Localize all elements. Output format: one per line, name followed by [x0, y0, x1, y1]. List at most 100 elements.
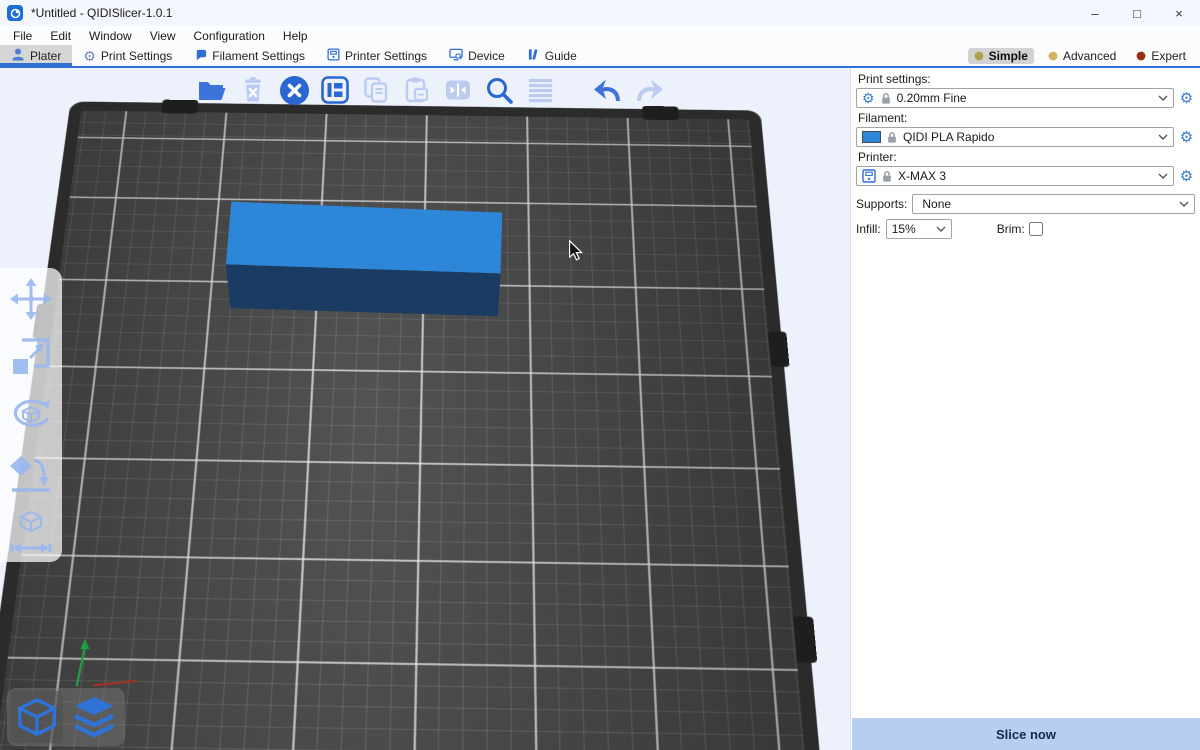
settings-sidebar: Print settings: ⚙ 0.20mm Fine ⚙ Filament… — [850, 68, 1200, 750]
delete-all-button[interactable] — [278, 74, 310, 106]
3d-editor-view-button[interactable] — [10, 691, 63, 743]
rotate-icon — [8, 392, 54, 438]
mode-advanced[interactable]: Advanced — [1042, 48, 1122, 64]
window-title: *Untitled - QIDISlicer-1.0.1 — [31, 6, 172, 20]
delete-button[interactable] — [237, 74, 269, 106]
open-button[interactable] — [196, 74, 228, 106]
tab-guide[interactable]: Guide — [516, 45, 588, 66]
rotate-tool[interactable] — [6, 390, 56, 440]
slice-now-button[interactable]: Slice now — [852, 718, 1200, 750]
search-button[interactable] — [483, 74, 515, 106]
title-bar: *Untitled - QIDISlicer-1.0.1 – □ × — [0, 0, 1200, 26]
minimize-button[interactable]: – — [1074, 0, 1116, 26]
gear-icon: ⚙ — [862, 91, 875, 105]
printer-gear-button[interactable]: ⚙ — [1178, 168, 1195, 185]
app-icon — [7, 5, 23, 21]
preview-view-button[interactable] — [67, 691, 120, 743]
tabbar-accent-line — [0, 66, 1200, 68]
printer-combo[interactable]: X-MAX 3 — [856, 166, 1174, 186]
filament-gear-button[interactable]: ⚙ — [1178, 129, 1195, 146]
print-settings-gear-icon: ⚙ — [83, 49, 96, 63]
device-icon — [449, 48, 463, 64]
simple-mode-dot — [974, 51, 984, 61]
build-plate[interactable] — [0, 101, 850, 750]
tab-device[interactable]: Device — [438, 45, 516, 66]
supports-label: Supports: — [856, 197, 907, 211]
model-box-top-face — [226, 202, 502, 274]
top-toolbar — [196, 70, 665, 110]
mode-switcher: Simple Advanced Expert — [968, 45, 1200, 66]
copy-icon — [361, 75, 391, 105]
scale-tool[interactable] — [6, 332, 56, 382]
filament-label: Filament: — [858, 111, 1195, 125]
undo-button[interactable] — [592, 74, 624, 106]
model-box-front-face — [226, 264, 501, 316]
search-icon — [484, 75, 515, 106]
tab-bar: Plater ⚙ Print Settings Filament Setting… — [0, 45, 1200, 66]
measure-tool[interactable] — [6, 506, 56, 556]
menu-view[interactable]: View — [141, 29, 185, 43]
mode-expert[interactable]: Expert — [1130, 48, 1192, 64]
plate-clip — [768, 331, 790, 367]
chevron-down-icon — [1158, 173, 1168, 179]
menu-configuration[interactable]: Configuration — [185, 29, 274, 43]
lock-icon — [886, 131, 898, 144]
maximize-button[interactable]: □ — [1116, 0, 1158, 26]
lock-icon — [881, 170, 893, 183]
print-settings-gear-button[interactable]: ⚙ — [1178, 90, 1195, 107]
redo-button[interactable] — [633, 74, 665, 106]
plate-clip — [161, 100, 198, 114]
copy-button[interactable] — [360, 74, 392, 106]
print-settings-combo[interactable]: ⚙ 0.20mm Fine — [856, 88, 1174, 108]
advanced-mode-dot — [1048, 51, 1058, 61]
plater-icon — [11, 47, 25, 64]
plate-clip — [793, 616, 817, 662]
chevron-down-icon — [1158, 95, 1168, 101]
gizmo-toolbar — [0, 268, 62, 562]
paste-button[interactable] — [401, 74, 433, 106]
trash-icon — [239, 75, 267, 105]
tab-print-settings[interactable]: ⚙ Print Settings — [72, 45, 183, 66]
place-on-face-tool[interactable] — [6, 448, 56, 498]
variable-layer-height-button[interactable] — [524, 74, 556, 106]
folder-open-icon — [197, 75, 227, 105]
chevron-down-icon — [1158, 134, 1168, 140]
print-settings-label: Print settings: — [858, 72, 1195, 86]
brim-checkbox[interactable] — [1029, 222, 1043, 236]
cube-icon — [15, 695, 59, 739]
arrange-icon — [320, 75, 350, 105]
filament-color-swatch — [862, 131, 881, 143]
printer-label: Printer: — [858, 150, 1195, 164]
expert-mode-dot — [1136, 51, 1146, 61]
infill-combo[interactable]: 15% — [886, 219, 952, 239]
menu-window[interactable]: Window — [80, 29, 141, 43]
tab-printer-settings[interactable]: Printer Settings — [316, 45, 438, 66]
arrange-button[interactable] — [319, 74, 351, 106]
split-instances-icon — [443, 75, 473, 105]
close-button[interactable]: × — [1158, 0, 1200, 26]
layer-height-icon — [525, 75, 555, 105]
place-on-face-icon — [8, 450, 54, 496]
3d-viewport[interactable] — [0, 68, 850, 750]
scale-icon — [8, 334, 54, 380]
tab-filament-settings[interactable]: Filament Settings — [183, 45, 316, 66]
mode-simple[interactable]: Simple — [968, 48, 1034, 64]
menu-help[interactable]: Help — [274, 29, 317, 43]
menu-bar: File Edit Window View Configuration Help — [0, 26, 1200, 45]
filament-icon — [194, 48, 207, 64]
chevron-down-icon — [936, 226, 946, 232]
split-instances-button[interactable] — [442, 74, 474, 106]
brim-label: Brim: — [997, 222, 1025, 236]
filament-combo[interactable]: QIDI PLA Rapido — [856, 127, 1174, 147]
menu-file[interactable]: File — [4, 29, 41, 43]
printer-icon — [862, 169, 876, 183]
supports-combo[interactable]: None — [912, 194, 1195, 214]
tab-plater[interactable]: Plater — [0, 45, 72, 66]
chevron-down-icon — [1179, 201, 1189, 207]
model-box[interactable] — [226, 202, 502, 317]
move-tool[interactable] — [6, 274, 56, 324]
menu-edit[interactable]: Edit — [41, 29, 80, 43]
redo-icon — [633, 75, 665, 105]
guide-icon — [527, 48, 540, 64]
sliced-layers-icon — [71, 694, 117, 740]
